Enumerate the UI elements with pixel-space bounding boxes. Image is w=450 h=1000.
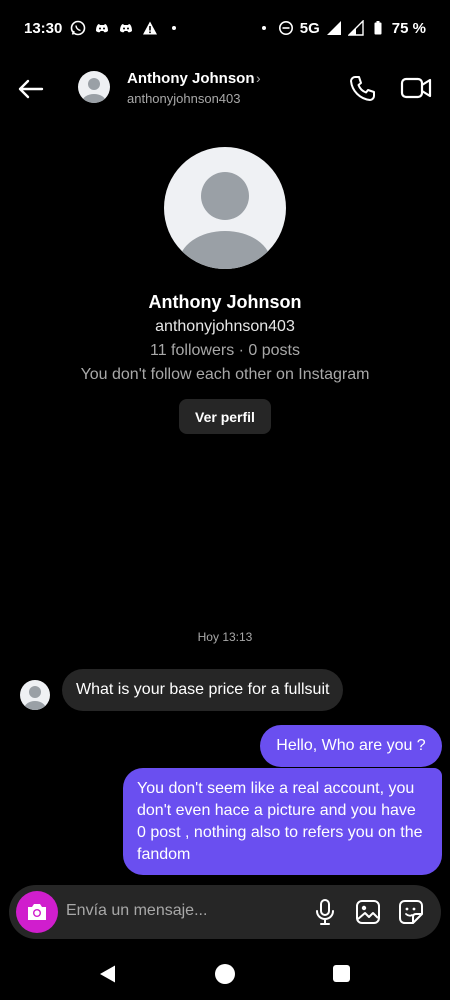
discord-icon	[120, 24, 133, 33]
nav-recents-icon[interactable]	[333, 965, 350, 982]
gallery-icon[interactable]	[355, 899, 381, 925]
dot-icon	[172, 26, 177, 30]
header-name[interactable]: Anthony Johnson	[127, 70, 255, 87]
message-input[interactable]: Envía un mensaje...	[66, 902, 207, 920]
header-avatar[interactable]	[78, 71, 110, 103]
battery-label: 75 %	[391, 19, 426, 37]
message-bubble-incoming[interactable]: What is your base price for a fullsuit	[62, 669, 344, 711]
chat-header: Anthony Johnson › anthonyjohnson403	[0, 60, 450, 116]
default-avatar-icon	[24, 686, 46, 710]
camera-icon	[28, 904, 46, 920]
status-bar: 13:30 5G 75 %	[0, 0, 450, 56]
back-arrow-icon[interactable]	[16, 74, 46, 104]
system-navigation-bar	[0, 950, 450, 1000]
nav-home-icon[interactable]	[215, 964, 235, 984]
camera-button[interactable]	[16, 891, 58, 933]
message-bubble-outgoing[interactable]: You don't seem like a real account, you …	[123, 768, 442, 875]
sender-avatar[interactable]	[20, 680, 50, 710]
default-avatar-icon	[82, 78, 106, 103]
signal-icon	[347, 20, 364, 36]
signal-icon	[326, 21, 341, 35]
dot-icon	[261, 26, 266, 30]
profile-mutual-status: You don't follow each other on Instagram	[80, 366, 370, 383]
discord-icon	[96, 24, 109, 33]
chevron-right-icon: ›	[256, 70, 261, 86]
message-composer: Envía un mensaje...	[9, 885, 441, 939]
default-avatar-icon	[179, 172, 271, 269]
microphone-icon[interactable]	[313, 898, 337, 926]
sticker-icon[interactable]	[398, 899, 424, 925]
phone-call-icon[interactable]	[348, 74, 376, 102]
profile-stats: 11 followers · 0 posts	[150, 342, 300, 359]
dnd-icon	[278, 21, 293, 35]
header-username: anthonyjohnson403	[127, 91, 241, 106]
whatsapp-icon	[71, 20, 86, 36]
battery-icon	[374, 21, 382, 35]
profile-avatar[interactable]	[164, 147, 286, 269]
warning-icon	[143, 21, 158, 35]
profile-name: Anthony Johnson	[148, 292, 302, 312]
video-call-icon[interactable]	[400, 74, 432, 102]
network-label: 5G	[299, 19, 320, 37]
message-bubble-outgoing[interactable]: Hello, Who are you ?	[260, 725, 442, 767]
status-time: 13:30	[24, 19, 63, 37]
view-profile-button[interactable]: Ver perfil	[179, 399, 271, 434]
profile-username: anthonyjohnson403	[155, 318, 295, 335]
nav-back-icon[interactable]	[98, 964, 118, 984]
message-timestamp: Hoy 13:13	[197, 630, 253, 644]
